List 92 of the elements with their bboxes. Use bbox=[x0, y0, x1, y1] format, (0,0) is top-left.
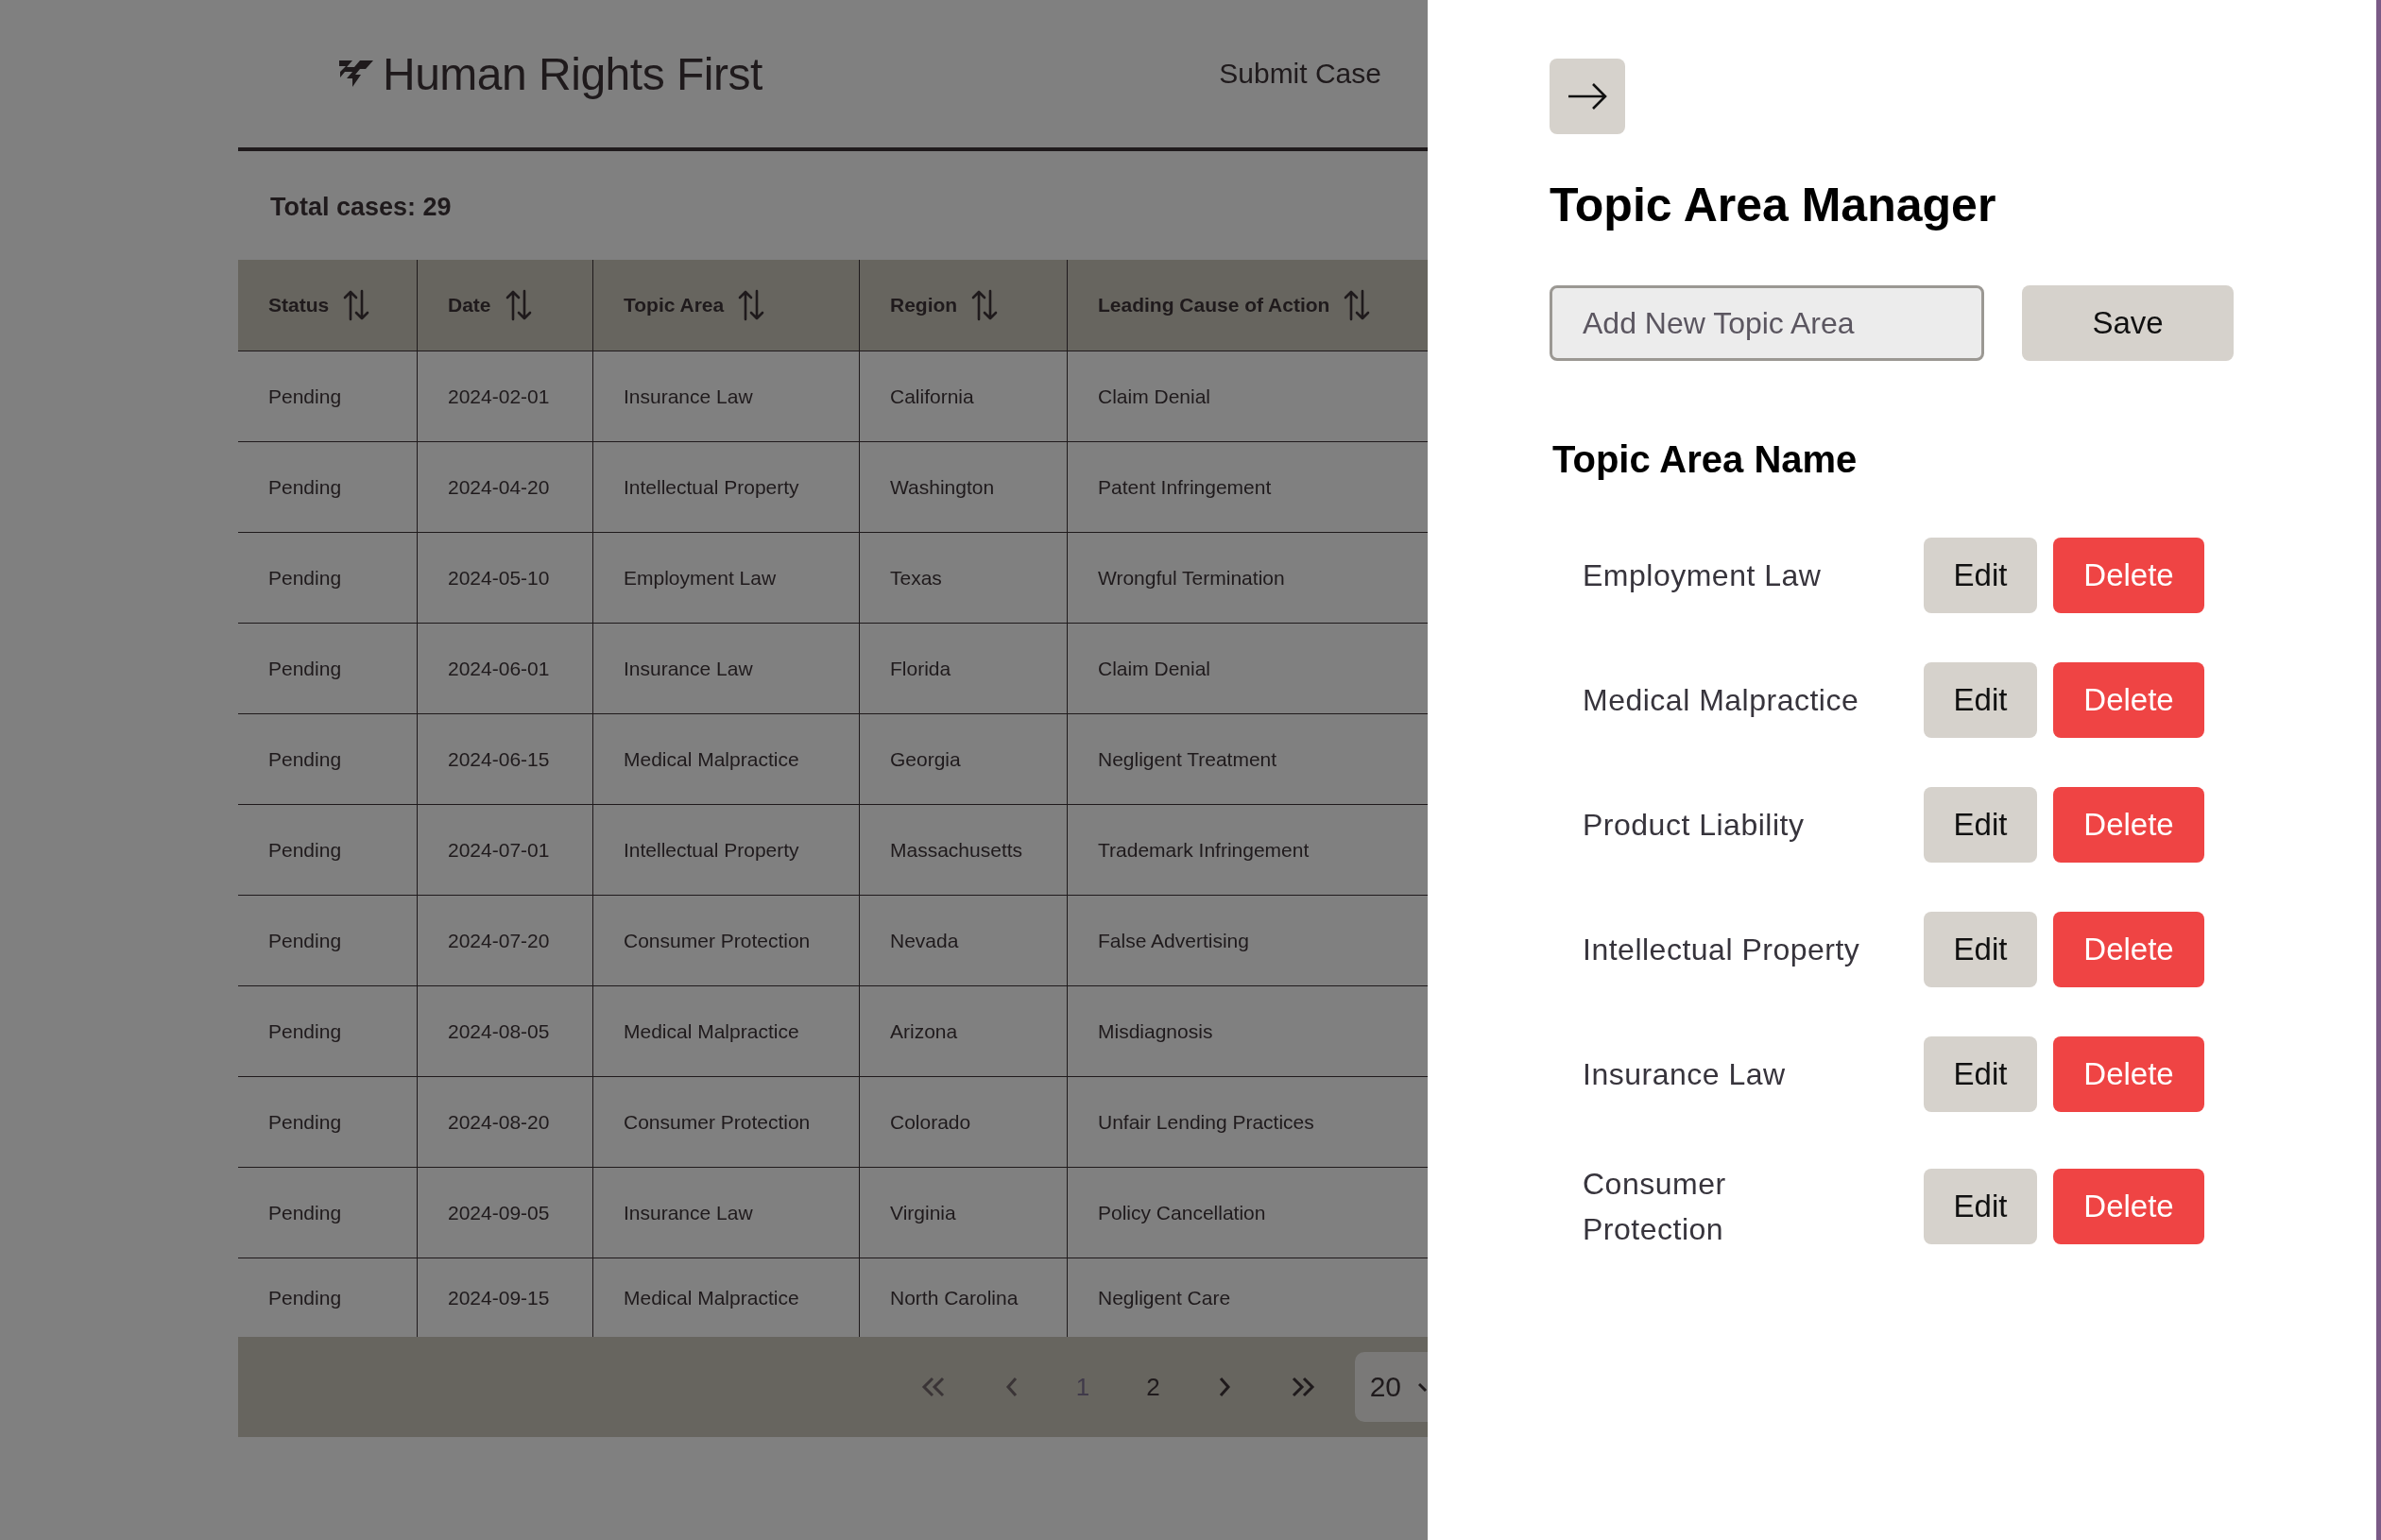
sort-icon[interactable] bbox=[970, 289, 1000, 321]
sort-icon[interactable] bbox=[737, 289, 766, 321]
table-cell-text: Misdiagnosis bbox=[1097, 1018, 1214, 1044]
column-header[interactable]: Date bbox=[418, 260, 593, 351]
table-cell: Pending bbox=[238, 805, 418, 895]
table-cell: Insurance Law bbox=[593, 351, 860, 441]
save-button[interactable]: Save bbox=[2022, 285, 2234, 361]
list-heading: Topic Area Name bbox=[1552, 438, 1859, 481]
topic-area-name: Insurance Law bbox=[1583, 1056, 1787, 1093]
table-cell: 2024-02-01 bbox=[418, 351, 593, 441]
table-cell-text: Policy Cancellation bbox=[1097, 1200, 1267, 1225]
table-cell: Consumer Protection bbox=[593, 1077, 860, 1167]
arrow-right-icon bbox=[1567, 82, 1608, 111]
edit-button[interactable]: Edit bbox=[1924, 912, 2037, 987]
table-cell: 2024-06-15 bbox=[418, 714, 593, 804]
table-cell: Intellectual Property bbox=[593, 805, 860, 895]
submit-case-link[interactable]: Submit Case bbox=[1219, 58, 1381, 90]
topic-area-name: Medical Malpractice bbox=[1583, 682, 1860, 719]
table-cell: Pending bbox=[238, 351, 418, 441]
table-cell-text: Claim Denial bbox=[1097, 384, 1212, 409]
table-cell-text: Wrongful Termination bbox=[1097, 565, 1286, 590]
table-cell-text: Unfair Lending Practices bbox=[1097, 1109, 1315, 1135]
topic-area-name: Intellectual Property bbox=[1583, 932, 1861, 968]
table-cell: Massachusetts bbox=[860, 805, 1068, 895]
topic-area-name: Employment Law bbox=[1583, 557, 1823, 594]
topic-area-input[interactable]: Add New Topic Area bbox=[1550, 285, 1984, 361]
column-header[interactable]: Topic Area bbox=[593, 260, 860, 351]
sort-icon[interactable] bbox=[342, 289, 371, 321]
edit-button[interactable]: Edit bbox=[1924, 787, 2037, 863]
table-cell: Insurance Law bbox=[593, 624, 860, 713]
table-cell: 2024-07-20 bbox=[418, 896, 593, 985]
table-cell: 2024-05-10 bbox=[418, 533, 593, 623]
table-cell: Medical Malpractice bbox=[593, 986, 860, 1076]
edit-button[interactable]: Edit bbox=[1924, 538, 2037, 613]
table-cell: Washington bbox=[860, 442, 1068, 532]
edit-button[interactable]: Edit bbox=[1924, 662, 2037, 738]
table-cell: Intellectual Property bbox=[593, 442, 860, 532]
sort-icon[interactable] bbox=[1343, 289, 1372, 321]
table-cell: Pending bbox=[238, 896, 418, 985]
table-cell: Pending bbox=[238, 1168, 418, 1258]
table-cell: 2024-04-20 bbox=[418, 442, 593, 532]
table-cell: 2024-07-01 bbox=[418, 805, 593, 895]
delete-button[interactable]: Delete bbox=[2053, 538, 2204, 613]
page-number[interactable]: 2 bbox=[1146, 1372, 1160, 1402]
table-cell-text: Trademark Infringement bbox=[1097, 837, 1310, 863]
table-cell: 2024-06-01 bbox=[418, 624, 593, 713]
table-cell: Arizona bbox=[860, 986, 1068, 1076]
total-cases: Total cases: 29 bbox=[269, 192, 453, 223]
table-cell: Texas bbox=[860, 533, 1068, 623]
edit-button[interactable]: Edit bbox=[1924, 1036, 2037, 1112]
table-cell: Nevada bbox=[860, 896, 1068, 985]
topic-area-name: Product Liability bbox=[1583, 807, 1806, 844]
delete-button[interactable]: Delete bbox=[2053, 912, 2204, 987]
table-cell-text: Negligent Treatment bbox=[1097, 746, 1278, 772]
table-cell: Pending bbox=[238, 624, 418, 713]
table-cell: Consumer Protection bbox=[593, 896, 860, 985]
table-cell: 2024-09-05 bbox=[418, 1168, 593, 1258]
table-cell: Pending bbox=[238, 714, 418, 804]
panel-title: Topic Area Manager bbox=[1550, 178, 1997, 232]
table-cell-text: False Advertising bbox=[1097, 928, 1250, 953]
table-cell: 2024-08-05 bbox=[418, 986, 593, 1076]
table-cell: Employment Law bbox=[593, 533, 860, 623]
table-cell: Florida bbox=[860, 624, 1068, 713]
topic-area-name: Consumer Protection bbox=[1583, 1166, 1727, 1248]
column-header[interactable]: Leading Cause of Action bbox=[1068, 260, 1428, 351]
brand-name: Human Rights First bbox=[383, 47, 762, 100]
delete-button[interactable]: Delete bbox=[2053, 1036, 2204, 1112]
table-cell: Pending bbox=[238, 442, 418, 532]
delete-button[interactable]: Delete bbox=[2053, 1169, 2204, 1244]
column-header[interactable]: Status bbox=[238, 260, 418, 351]
table-cell: Virginia bbox=[860, 1168, 1068, 1258]
table-cell: California bbox=[860, 351, 1068, 441]
delete-button[interactable]: Delete bbox=[2053, 787, 2204, 863]
table-cell: Insurance Law bbox=[593, 1168, 860, 1258]
table-cell: Colorado bbox=[860, 1077, 1068, 1167]
table-cell-text: Patent Infringement bbox=[1097, 474, 1273, 500]
delete-button[interactable]: Delete bbox=[2053, 662, 2204, 738]
table-cell: Georgia bbox=[860, 714, 1068, 804]
table-cell-text: Negligent Care bbox=[1097, 1285, 1232, 1310]
table-cell: Pending bbox=[238, 533, 418, 623]
table-cell: 2024-08-20 bbox=[418, 1077, 593, 1167]
table-cell: Pending bbox=[238, 986, 418, 1076]
page-size-select[interactable]: 20 bbox=[1354, 1352, 1428, 1422]
chevron-down-icon bbox=[1418, 1380, 1428, 1394]
previous-page-icon[interactable] bbox=[1003, 1376, 1019, 1398]
close-panel-button[interactable] bbox=[1550, 59, 1625, 134]
column-header[interactable]: Region bbox=[860, 260, 1068, 351]
table-cell-text: Claim Denial bbox=[1097, 656, 1212, 681]
table-cell: Medical Malpractice bbox=[593, 714, 860, 804]
table-cell: Pending bbox=[238, 1077, 418, 1167]
sort-icon[interactable] bbox=[504, 289, 533, 321]
edit-button[interactable]: Edit bbox=[1924, 1169, 2037, 1244]
